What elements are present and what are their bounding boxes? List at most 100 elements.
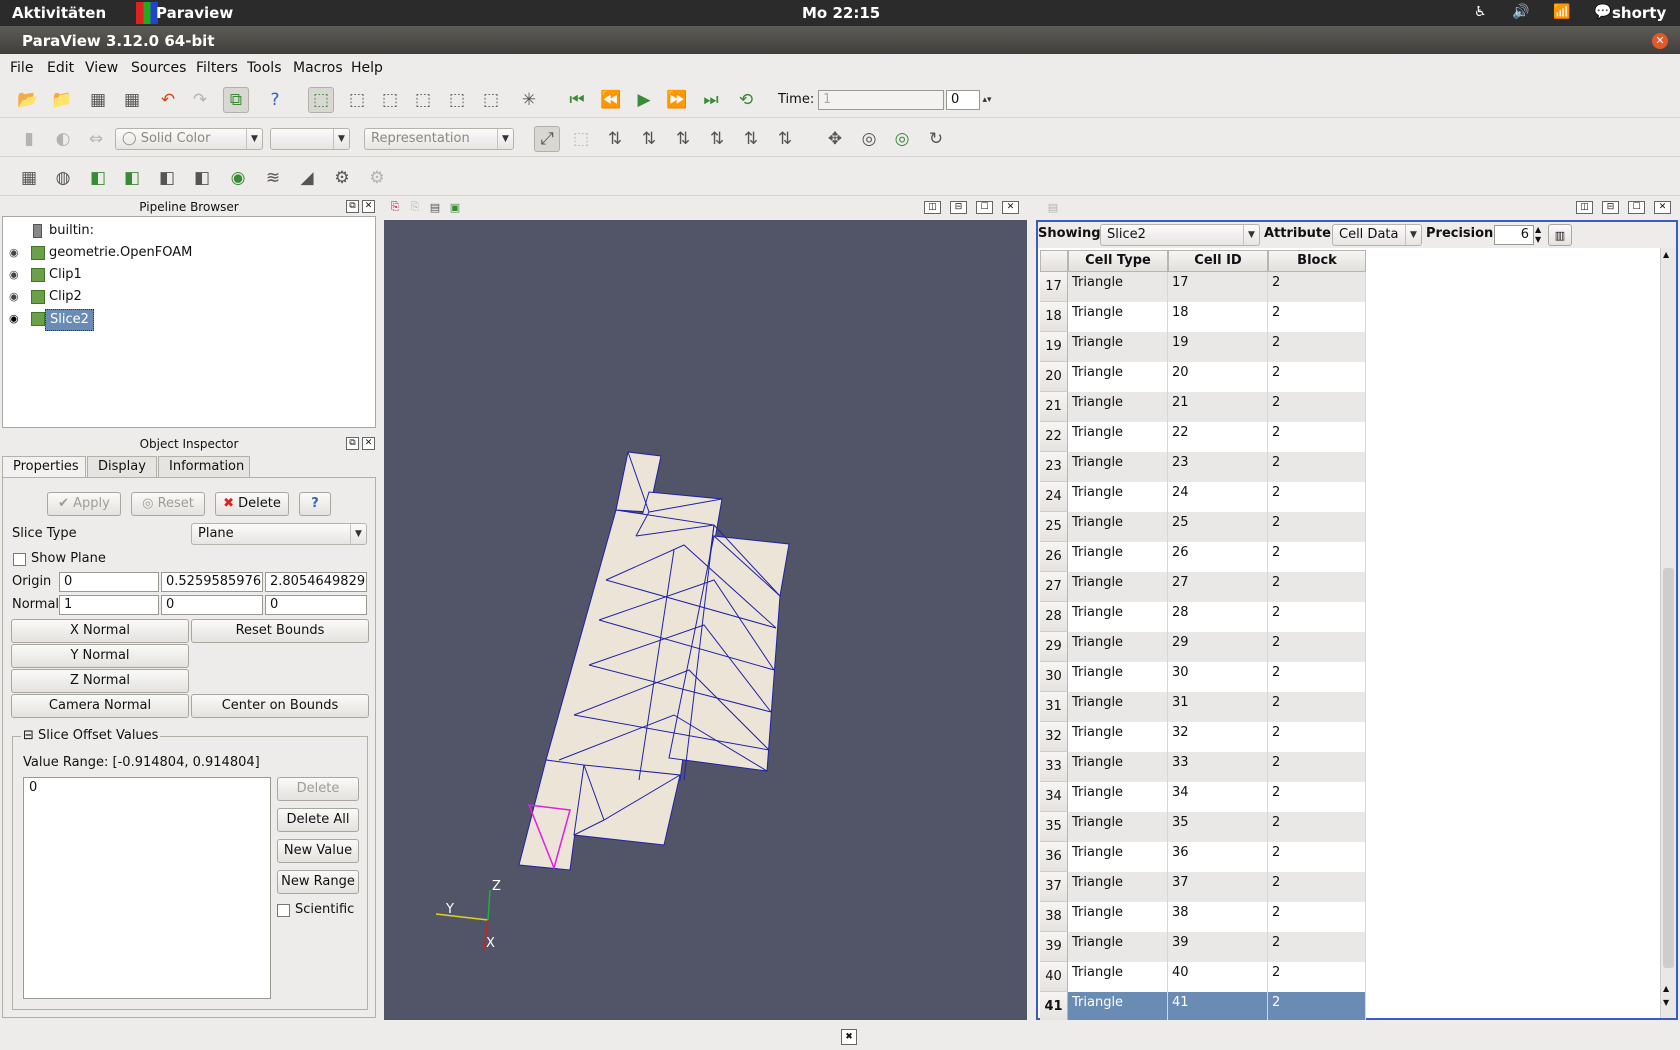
- origin-z-field[interactable]: 2.80546498298: [265, 572, 367, 592]
- block-number-cell[interactable]: 2: [1268, 902, 1366, 932]
- table-row[interactable]: 29 Triangle 29 2: [1040, 632, 1366, 662]
- cell-id-cell[interactable]: 21: [1168, 392, 1268, 422]
- menu-filters[interactable]: Filters: [196, 60, 238, 76]
- help-button[interactable]: ?: [299, 492, 331, 516]
- menu-help[interactable]: Help: [351, 60, 383, 76]
- row-number-cell[interactable]: 25: [1040, 512, 1068, 542]
- table-row[interactable]: 21 Triangle 21 2: [1040, 392, 1366, 422]
- table-row[interactable]: 24 Triangle 24 2: [1040, 482, 1366, 512]
- help-icon[interactable]: ?: [262, 87, 288, 113]
- menu-edit[interactable]: Edit: [47, 60, 74, 76]
- table-row[interactable]: 41 Triangle 41 2: [1040, 992, 1366, 1020]
- row-number-cell[interactable]: 38: [1040, 902, 1068, 932]
- close-panel-icon[interactable]: ✕: [362, 437, 375, 450]
- cell-type-cell[interactable]: Triangle: [1068, 782, 1168, 812]
- block-number-cell[interactable]: 2: [1268, 422, 1366, 452]
- view-minus-x-icon[interactable]: ⇅: [636, 126, 662, 152]
- row-number-cell[interactable]: 34: [1040, 782, 1068, 812]
- play-icon[interactable]: ▶: [631, 87, 657, 113]
- normal-y-field[interactable]: 0: [161, 595, 263, 615]
- row-number-cell[interactable]: 24: [1040, 482, 1068, 512]
- camera-normal-button[interactable]: Camera Normal: [11, 694, 189, 718]
- user-menu[interactable]: shorty: [1612, 4, 1666, 22]
- block-number-cell[interactable]: 2: [1268, 722, 1366, 752]
- calculator-icon[interactable]: ▦: [16, 165, 42, 191]
- reset-center-icon[interactable]: ◎: [856, 126, 882, 152]
- select-points-icon[interactable]: ⬚: [377, 87, 403, 113]
- show-plane-checkbox[interactable]: [13, 553, 26, 566]
- camera-link-icon[interactable]: ⎘: [406, 198, 424, 216]
- cell-id-cell[interactable]: 17: [1168, 272, 1268, 302]
- float-panel-icon[interactable]: ⧉: [346, 200, 359, 213]
- cell-id-cell[interactable]: 20: [1168, 362, 1268, 392]
- row-number-cell[interactable]: 33: [1040, 752, 1068, 782]
- select-polygon-icon[interactable]: ⬚: [478, 87, 504, 113]
- block-number-cell[interactable]: 2: [1268, 632, 1366, 662]
- cell-type-cell[interactable]: Triangle: [1068, 932, 1168, 962]
- cell-type-cell[interactable]: Triangle: [1068, 722, 1168, 752]
- reset-bounds-button[interactable]: Reset Bounds: [191, 619, 369, 643]
- cell-id-cell[interactable]: 23: [1168, 452, 1268, 482]
- menu-macros[interactable]: Macros: [293, 60, 343, 76]
- cell-id-cell[interactable]: 24: [1168, 482, 1268, 512]
- scroll-down-icon[interactable]: ▼: [1663, 998, 1669, 1007]
- cell-id-cell[interactable]: 22: [1168, 422, 1268, 452]
- cell-id-cell[interactable]: 31: [1168, 692, 1268, 722]
- block-number-cell[interactable]: 2: [1268, 992, 1366, 1020]
- block-number-cell[interactable]: 2: [1268, 302, 1366, 332]
- cell-id-cell[interactable]: 29: [1168, 632, 1268, 662]
- close-view-icon[interactable]: ✕: [1654, 201, 1671, 214]
- block-number-cell[interactable]: 2: [1268, 392, 1366, 422]
- view-capture-icon[interactable]: ▤: [1044, 198, 1062, 216]
- table-row[interactable]: 27 Triangle 27 2: [1040, 572, 1366, 602]
- delete-button[interactable]: ✖ Delete: [215, 492, 289, 516]
- open-icon[interactable]: 📂: [15, 87, 41, 113]
- cell-type-cell[interactable]: Triangle: [1068, 992, 1168, 1020]
- cell-type-cell[interactable]: Triangle: [1068, 602, 1168, 632]
- tab-information[interactable]: Information: [158, 456, 250, 478]
- cell-id-cell[interactable]: 40: [1168, 962, 1268, 992]
- block-number-cell[interactable]: 2: [1268, 782, 1366, 812]
- connect-icon[interactable]: ▦: [85, 87, 111, 113]
- normal-x-field[interactable]: 1: [59, 595, 159, 615]
- row-number-cell[interactable]: 31: [1040, 692, 1068, 722]
- row-number-cell[interactable]: 27: [1040, 572, 1068, 602]
- block-number-cell[interactable]: 2: [1268, 482, 1366, 512]
- scroll-up-icon[interactable]: ▲: [1663, 250, 1669, 259]
- cell-id-cell[interactable]: 37: [1168, 872, 1268, 902]
- block-number-cell[interactable]: 2: [1268, 602, 1366, 632]
- undo-icon[interactable]: ↶: [155, 87, 181, 113]
- row-number-cell[interactable]: 23: [1040, 452, 1068, 482]
- table-row[interactable]: 39 Triangle 39 2: [1040, 932, 1366, 962]
- offset-value-item[interactable]: 0: [24, 778, 270, 797]
- split-vertical-icon[interactable]: ⊟: [950, 201, 967, 214]
- menu-view[interactable]: View: [85, 60, 118, 76]
- toggle-column-visibility-button[interactable]: ▥: [1548, 224, 1572, 246]
- block-number-cell[interactable]: 2: [1268, 962, 1366, 992]
- table-row[interactable]: 34 Triangle 34 2: [1040, 782, 1366, 812]
- save-state-icon[interactable]: 📁: [49, 87, 75, 113]
- table-row[interactable]: 18 Triangle 18 2: [1040, 302, 1366, 332]
- row-number-cell[interactable]: 28: [1040, 602, 1068, 632]
- row-number-cell[interactable]: 32: [1040, 722, 1068, 752]
- cell-type-cell[interactable]: Triangle: [1068, 752, 1168, 782]
- block-number-cell[interactable]: 2: [1268, 452, 1366, 482]
- next-frame-icon[interactable]: ⏩: [664, 87, 690, 113]
- cell-id-cell[interactable]: 35: [1168, 812, 1268, 842]
- spin-arrows-icon[interactable]: ▲ ▼: [1535, 225, 1541, 245]
- eye-icon[interactable]: ◉: [9, 309, 19, 329]
- block-number-cell[interactable]: 2: [1268, 542, 1366, 572]
- capture-icon[interactable]: ▤: [426, 198, 444, 216]
- split-vertical-icon[interactable]: ⊟: [1602, 201, 1619, 214]
- cell-type-cell[interactable]: Triangle: [1068, 362, 1168, 392]
- column-header-block-number[interactable]: Block Number: [1268, 250, 1366, 288]
- block-number-cell[interactable]: 2: [1268, 932, 1366, 962]
- apply-button[interactable]: ✔ Apply: [47, 492, 121, 516]
- delete-all-button[interactable]: Delete All: [277, 808, 359, 832]
- cell-id-cell[interactable]: 26: [1168, 542, 1268, 572]
- cell-id-cell[interactable]: 32: [1168, 722, 1268, 752]
- camera-icon[interactable]: ⎘: [386, 198, 404, 216]
- menu-sources[interactable]: Sources: [131, 60, 186, 76]
- cell-type-cell[interactable]: Triangle: [1068, 962, 1168, 992]
- close-window-icon[interactable]: ✕: [1652, 33, 1668, 49]
